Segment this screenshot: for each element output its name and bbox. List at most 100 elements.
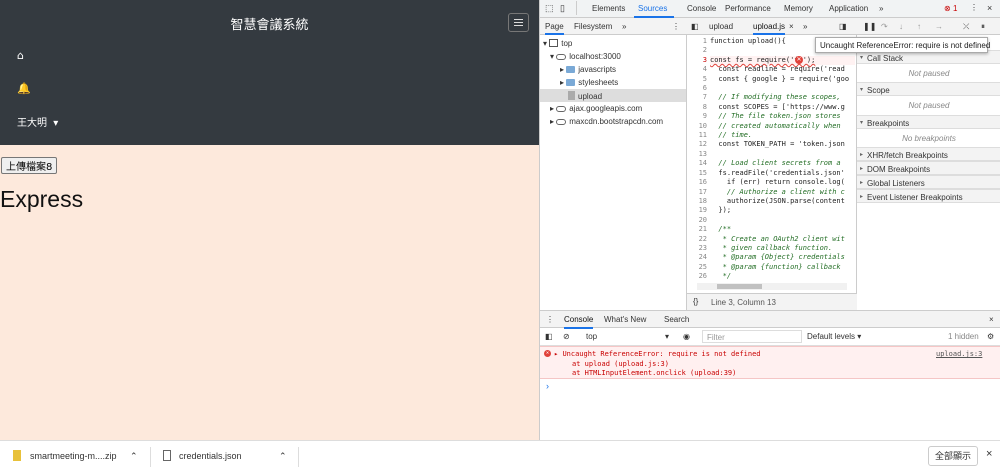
line-number[interactable]: 8 xyxy=(687,103,707,112)
code-line[interactable]: // time. xyxy=(710,131,855,140)
tab-console[interactable]: Console xyxy=(687,4,716,13)
code-line[interactable] xyxy=(710,84,855,93)
line-number[interactable]: 11 xyxy=(687,131,707,140)
toggle-debugger-icon[interactable]: ◨ xyxy=(839,22,847,31)
editor-tab-upload[interactable]: upload xyxy=(709,22,733,31)
pretty-print-icon[interactable]: {} xyxy=(693,297,698,306)
context-select[interactable]: top xyxy=(586,332,597,341)
show-all-downloads-button[interactable]: 全部顯示 xyxy=(928,446,978,466)
line-number[interactable]: 20 xyxy=(687,216,707,225)
tab-application[interactable]: Application xyxy=(829,4,868,13)
chevron-up-icon[interactable]: ⌃ xyxy=(130,451,138,462)
line-number[interactable]: 21 xyxy=(687,225,707,234)
close-icon[interactable]: × xyxy=(987,3,992,13)
code-line[interactable]: const TOKEN_PATH = 'token.json xyxy=(710,140,855,149)
tree-item-maxcdn[interactable]: ▸ maxcdn.bootstrapcdn.com xyxy=(550,117,663,126)
pause-icon[interactable]: ❚❚ xyxy=(863,22,876,31)
line-number[interactable]: 2 xyxy=(687,46,707,55)
code-line[interactable]: // Load client secrets from a xyxy=(710,159,855,168)
close-tab-icon[interactable]: × xyxy=(789,22,794,31)
code-line[interactable]: if (err) return console.log( xyxy=(710,178,855,187)
line-number[interactable]: 16 xyxy=(687,178,707,187)
line-number[interactable]: 13 xyxy=(687,150,707,159)
code-line[interactable]: const readline = require('read xyxy=(710,65,855,74)
error-text[interactable]: ▸ Uncaught ReferenceError: require is no… xyxy=(554,350,761,358)
stack-frame-2[interactable]: at HTMLInputElement.onclick (upload:39) xyxy=(572,369,736,377)
code-line[interactable]: // Authorize a client with c xyxy=(710,188,855,197)
kebab-menu-icon[interactable]: ⋮ xyxy=(970,3,978,12)
tab-performance[interactable]: Performance xyxy=(725,4,771,13)
line-number[interactable]: 5 xyxy=(687,75,707,84)
tab-memory[interactable]: Memory xyxy=(784,4,813,13)
source-code[interactable]: function upload(){ const fs = require('f… xyxy=(710,37,855,291)
section-scope[interactable]: ▾ Scope xyxy=(857,82,1000,96)
tab-filesystem[interactable]: Filesystem xyxy=(574,22,612,31)
code-line[interactable]: // If modifying these scopes, xyxy=(710,93,855,102)
tree-item-stylesheets[interactable]: ▸ stylesheets xyxy=(560,78,618,87)
line-number[interactable]: 10 xyxy=(687,122,707,131)
step-over-icon[interactable]: ↷ xyxy=(881,22,888,31)
home-icon[interactable]: ⌂ xyxy=(17,49,24,62)
bell-icon[interactable]: 🔔 xyxy=(17,82,31,95)
chevron-down-icon[interactable]: ▾ xyxy=(665,332,669,341)
line-number[interactable]: 14 xyxy=(687,159,707,168)
download-item-zip[interactable]: smartmeeting-m....zip xyxy=(30,451,117,461)
tree-item-top[interactable]: ▾ top xyxy=(543,39,572,48)
code-line[interactable]: * given callback function. xyxy=(710,244,855,253)
section-xhr-breakpoints[interactable]: ▸ XHR/fetch Breakpoints xyxy=(857,147,1000,161)
editor-tab-upload-js[interactable]: upload.js xyxy=(753,22,786,35)
error-marker-icon[interactable]: ✕ xyxy=(795,56,803,64)
kebab-menu-icon[interactable]: ⋮ xyxy=(546,315,554,324)
horizontal-scrollbar[interactable] xyxy=(697,283,847,290)
code-line[interactable]: * @param {Object} credentials xyxy=(710,253,855,262)
code-line[interactable]: const { google } = require('goo xyxy=(710,75,855,84)
more-chevron-icon[interactable]: » xyxy=(622,22,626,31)
tab-elements[interactable]: Elements xyxy=(592,4,625,13)
line-number[interactable]: 26 xyxy=(687,272,707,281)
navbar-brand[interactable]: 智慧會議系統 xyxy=(0,14,539,33)
navbar-toggler-button[interactable] xyxy=(508,13,529,32)
line-number[interactable]: 3 xyxy=(687,56,707,65)
clear-console-icon[interactable]: ⊘ xyxy=(563,332,570,341)
drawer-tab-console[interactable]: Console xyxy=(564,315,594,329)
code-line[interactable]: // The file token.json stores xyxy=(710,112,855,121)
tree-item-upload[interactable]: upload xyxy=(540,89,686,102)
line-number[interactable]: 4 xyxy=(687,65,707,74)
log-levels-dropdown[interactable]: Default levels ▾ xyxy=(807,332,861,341)
line-number[interactable]: 9 xyxy=(687,112,707,121)
code-line[interactable]: const SCOPES = ['https://www.g xyxy=(710,103,855,112)
toggle-navigator-icon[interactable]: ◧ xyxy=(691,22,699,31)
user-dropdown[interactable]: 王大明 ▾ xyxy=(17,114,58,129)
step-icon[interactable]: → xyxy=(935,22,943,31)
drawer-tab-whats-new[interactable]: What's New xyxy=(604,315,646,324)
step-out-icon[interactable]: ↑ xyxy=(917,22,921,31)
more-chevron-icon[interactable]: » xyxy=(803,22,807,31)
close-icon[interactable]: × xyxy=(989,315,994,324)
deactivate-breakpoints-icon[interactable]: ⤫ xyxy=(963,22,969,32)
line-number[interactable]: 7 xyxy=(687,93,707,102)
code-line[interactable]: }); xyxy=(710,206,855,215)
line-number[interactable]: 1 xyxy=(687,37,707,46)
tab-sources[interactable]: Sources xyxy=(638,4,667,13)
section-breakpoints[interactable]: ▾ Breakpoints xyxy=(857,115,1000,129)
line-number[interactable]: 18 xyxy=(687,197,707,206)
more-tabs-chevron-icon[interactable]: » xyxy=(879,4,883,13)
download-item-credentials[interactable]: credentials.json xyxy=(179,451,242,461)
console-prompt[interactable]: › xyxy=(546,381,549,391)
chevron-up-icon[interactable]: ⌃ xyxy=(279,451,287,462)
code-line[interactable] xyxy=(710,216,855,225)
error-source-link[interactable]: upload.js:3 xyxy=(936,350,982,358)
line-number[interactable]: 25 xyxy=(687,263,707,272)
sidebar-toggle-icon[interactable]: ◧ xyxy=(545,332,553,341)
tree-item-javascripts[interactable]: ▸ javascripts xyxy=(560,65,616,74)
filter-input[interactable]: Filter xyxy=(702,330,802,343)
code-line[interactable]: authorize(JSON.parse(content xyxy=(710,197,855,206)
pause-on-exceptions-icon[interactable]: ⏸ xyxy=(981,22,985,32)
section-event-listener-breakpoints[interactable]: ▸ Event Listener Breakpoints xyxy=(857,189,1000,203)
line-number[interactable]: 19 xyxy=(687,206,707,215)
line-number[interactable]: 23 xyxy=(687,244,707,253)
code-line[interactable]: * @param {function} callback xyxy=(710,263,855,272)
error-count-badge[interactable]: ⊗ 1 xyxy=(944,4,957,13)
close-icon[interactable]: × xyxy=(986,448,992,460)
tree-item-localhost[interactable]: ▾ localhost:3000 xyxy=(550,52,621,61)
